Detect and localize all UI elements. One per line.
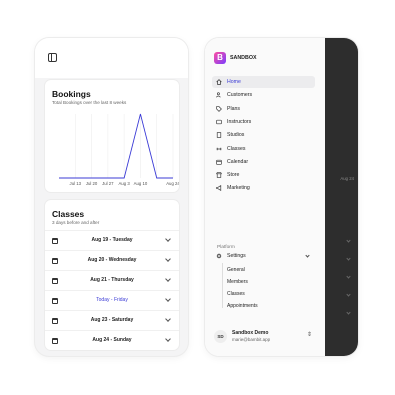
avatar[interactable]: SD [214, 330, 227, 343]
sidebar-item-label: Marketing [227, 185, 250, 192]
chevron-down-icon [346, 238, 351, 243]
brand-name: SANDBOX [230, 55, 257, 61]
class-day-label: Aug 20 - Wednesday [87, 257, 137, 263]
gear-icon [216, 253, 222, 259]
class-day-label: Aug 21 - Thursday [90, 277, 134, 283]
sidebar-item-label: Studios [227, 132, 245, 139]
user-email: marie@bambit.app [232, 337, 271, 342]
classes-title: Classes [52, 209, 85, 219]
building-icon [216, 132, 222, 138]
classes-card: Classes 3 days before and after Aug 19 -… [45, 200, 179, 350]
class-day-row[interactable]: Aug 21 - Thursday [45, 270, 179, 290]
chevron-down-icon [346, 292, 351, 297]
sidebar-item-store[interactable]: Store [212, 169, 315, 181]
class-day-label: Today - Friday [96, 297, 128, 303]
x-tick-label: Aug 10 [134, 181, 148, 186]
x-tick-label: Jul 13 [70, 181, 82, 186]
chevron-down-icon [346, 310, 351, 315]
sidebar-item-plans[interactable]: Plans [212, 103, 315, 115]
chevron-down-icon [346, 274, 351, 279]
sidebar-item-label: Classes [227, 145, 246, 152]
classes-subtitle: 3 days before and after [52, 220, 100, 225]
sidebar-item-classes[interactable]: Classes [212, 143, 315, 155]
x-tick-label: Jul 27 [102, 181, 114, 186]
x-tick-label: Jul 20 [86, 181, 98, 186]
sidebar-item-label: Customers [227, 92, 253, 99]
class-day-row[interactable]: Aug 19 - Tuesday [45, 230, 179, 250]
bookings-card: Bookings Total Bookings over the last 8 … [45, 80, 179, 192]
home-icon [216, 79, 222, 85]
dumbbell-icon [216, 147, 222, 150]
tag-icon [216, 105, 222, 112]
drawer-overlay[interactable]: Aug 24 [325, 38, 358, 356]
chevron-down-icon [305, 253, 310, 258]
overlay-tick-label: Aug 24 [340, 176, 354, 181]
sidebar-item-label: Store [227, 172, 240, 179]
class-day-row[interactable]: Aug 24 - Sunday [45, 330, 179, 350]
settings-toggle[interactable]: Settings [212, 250, 315, 262]
series-line [59, 113, 173, 179]
sidebar-item-studios[interactable]: Studios [212, 129, 315, 141]
x-tick-label: Aug 3 [119, 181, 131, 186]
user-name: Sandbox Demo [232, 330, 269, 336]
class-day-label: Aug 24 - Sunday [92, 337, 132, 343]
class-day-label: Aug 19 - Tuesday [91, 237, 133, 243]
id-card-icon [216, 119, 222, 125]
sidebar-item-home[interactable]: Home [212, 76, 315, 88]
chevron-down-icon [346, 256, 351, 261]
sidebar-item-label: Plans [227, 105, 240, 112]
megaphone-icon [216, 185, 222, 192]
settings-subitem[interactable]: Appointments [227, 303, 258, 309]
store-icon [216, 172, 222, 178]
sidebar-item-instructors[interactable]: Instructors [212, 116, 315, 128]
top-bar [35, 38, 188, 78]
sidebar-item-marketing[interactable]: Marketing [212, 182, 315, 194]
class-day-row[interactable]: Aug 20 - Wednesday [45, 250, 179, 270]
menu-phone: Aug 24 B SANDBOX Home Customers Plans Instr… [205, 38, 358, 356]
calendar-icon [216, 159, 222, 165]
brand-letter: B [217, 53, 223, 62]
bookings-chart: Jul 13 Jul 20 Jul 27 Aug 3 Aug 10 Aug 24 [59, 113, 179, 186]
sidebar-item-customers[interactable]: Customers [212, 89, 315, 101]
settings-label: Settings [227, 253, 246, 259]
sidebar-item-label: Calendar [227, 158, 249, 165]
account-switcher-icon[interactable]: ⇕ [307, 331, 312, 338]
settings-subitem[interactable]: Classes [227, 291, 245, 297]
x-tick-label: Aug 24 [166, 181, 179, 186]
class-day-label: Aug 23 - Saturday [90, 317, 134, 323]
sidebar-item-calendar[interactable]: Calendar [212, 156, 315, 168]
submenu-line [222, 263, 223, 308]
sidebar-toggle-icon[interactable] [48, 53, 57, 62]
class-day-row[interactable]: Aug 23 - Saturday [45, 310, 179, 330]
users-icon [216, 92, 221, 98]
class-day-row[interactable]: Today - Friday [45, 290, 179, 310]
settings-subitem[interactable]: Members [227, 279, 248, 285]
nav-drawer: B SANDBOX Home Customers Plans Instructors S… [205, 38, 325, 356]
dashboard-phone: Bookings Total Bookings over the last 8 … [35, 38, 188, 356]
settings-subitem[interactable]: General [227, 267, 245, 273]
sidebar-item-label: Instructors [227, 118, 252, 125]
sidebar-item-label: Home [227, 79, 241, 85]
